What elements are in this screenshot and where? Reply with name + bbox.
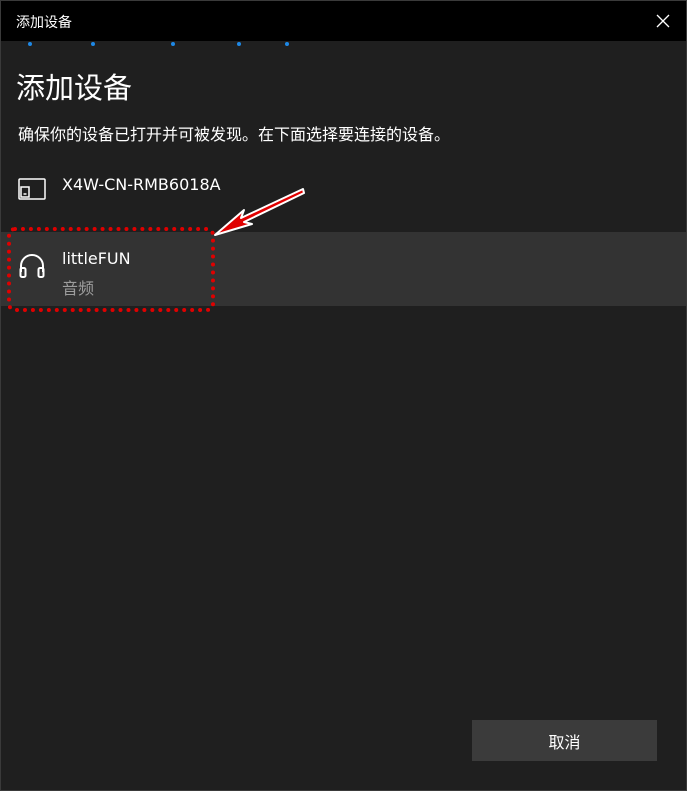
instruction-text: 确保你的设备已打开并可被发现。在下面选择要连接的设备。: [18, 125, 451, 144]
title-bar: 添加设备: [1, 1, 686, 41]
progress-dot: [285, 42, 289, 46]
page-heading: 添加设备: [16, 71, 133, 105]
close-icon: [656, 14, 670, 28]
progress-dot: [28, 42, 32, 46]
device-item-littlefun[interactable]: littleFUN 音频: [1, 232, 686, 306]
device-type: 音频: [62, 279, 95, 298]
cancel-button[interactable]: 取消: [472, 720, 657, 761]
window-title: 添加设备: [16, 15, 72, 31]
progress-dot: [237, 42, 241, 46]
device-name: X4W-CN-RMB6018A: [62, 175, 221, 194]
close-button[interactable]: [640, 1, 686, 41]
progress-dot: [171, 42, 175, 46]
headphones-icon: [19, 254, 45, 278]
device-name: littleFUN: [62, 249, 131, 268]
progress-indicator: [1, 41, 686, 47]
display-device-icon: [18, 178, 46, 200]
progress-dot: [91, 42, 95, 46]
device-item-x4w[interactable]: X4W-CN-RMB6018A: [1, 166, 686, 210]
add-device-window: 添加设备 添加设备 确保你的设备已打开并可被发现。在下面选择要连接的设备。 X4…: [0, 0, 687, 791]
